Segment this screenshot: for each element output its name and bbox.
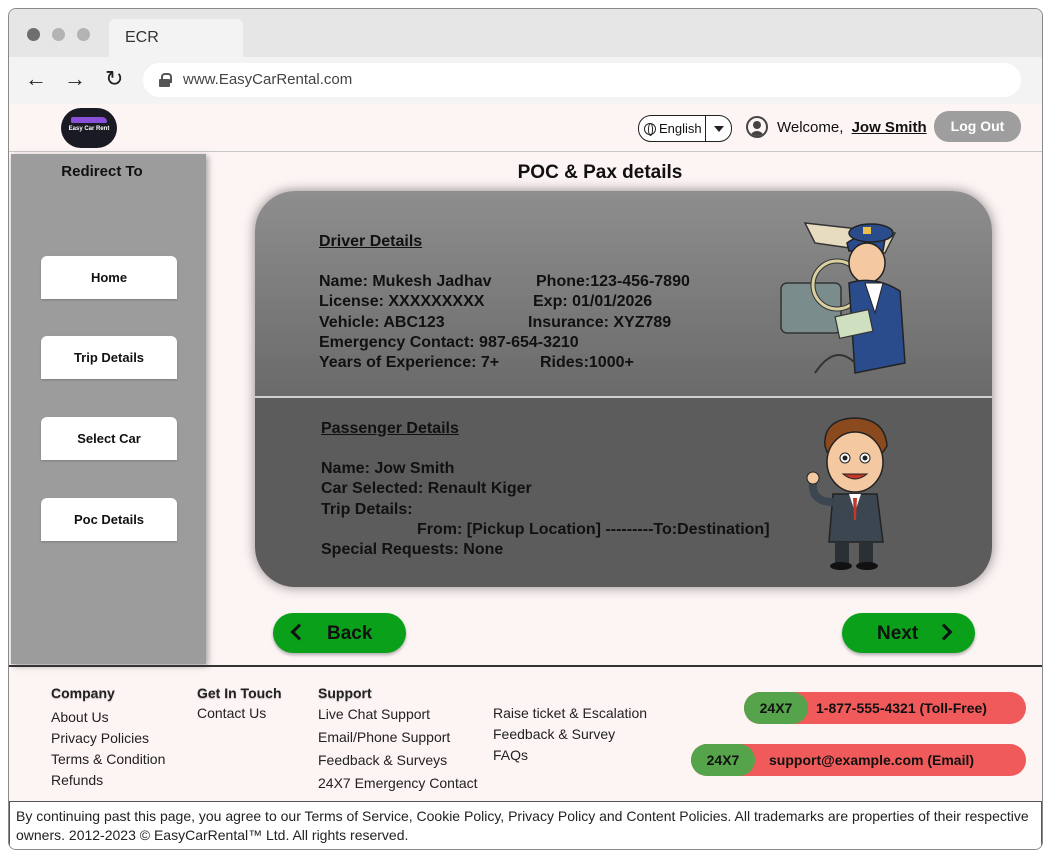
driver-name: Name: Mukesh Jadhav [319,273,492,290]
footer-link-faqs[interactable]: FAQs [493,745,647,766]
passenger-car: Car Selected: Renault Kiger [321,480,532,497]
site-header: Easy Car Rent English Welcome, Jow Smith… [9,104,1042,152]
footer-link-refunds[interactable]: Refunds [51,770,165,791]
email-pill-text: support@example.com (Email) [769,752,975,768]
driver-rides: Rides:1000+ [540,354,634,371]
driver-illustration [780,222,906,374]
driver-section: Driver Details Name: Mukesh Jadhav Phone… [255,191,992,398]
footer-contact-heading: Get In Touch [197,685,282,701]
sidebar-item-home[interactable]: Home [41,256,177,299]
footer-support-more: Raise ticket & Escalation Feedback & Sur… [493,703,647,766]
footer-contact: Get In Touch Contact Us [197,685,282,724]
user-icon [746,116,768,138]
footer-link-feedback-survey[interactable]: Feedback & Survey [493,724,647,745]
legal-notice: By continuing past this page, you agree … [9,801,1042,849]
driver-emergency-contact: Emergency Contact: 987-654-3210 [319,334,579,351]
sidebar-item-trip-details[interactable]: Trip Details [41,336,177,379]
close-window-icon[interactable] [27,28,40,41]
footer-link-raise-ticket[interactable]: Raise ticket & Escalation [493,703,647,724]
phone-pill-text: 1-877-555-4321 (Toll-Free) [816,700,987,716]
logo-text: Easy Car Rent [68,126,110,132]
url-text: www.EasyCarRental.com [183,71,353,88]
chevron-left-icon [290,623,308,641]
page-title: POC & Pax details [517,162,683,183]
language-select[interactable]: English [638,115,732,142]
window-controls [27,28,90,41]
next-button-label: Next [877,623,919,644]
lock-icon [159,73,172,87]
passenger-heading: Passenger Details [321,420,459,437]
email-pill-tag: 24X7 [691,744,755,776]
minimize-window-icon[interactable] [52,28,65,41]
logout-button[interactable]: Log Out [934,111,1021,142]
footer-company: Company About Us Privacy Policies Terms … [51,685,165,791]
driver-insurance: Insurance: XYZ789 [528,314,672,331]
footer-link-privacy[interactable]: Privacy Policies [51,728,165,749]
phone-pill[interactable]: 24X7 1-877-555-4321 (Toll-Free) [744,692,1026,724]
footer-support-heading: Support [318,685,372,701]
sidebar-item-poc-details[interactable]: Poc Details [41,498,177,541]
driver-phone: Phone:123-456-7890 [536,273,690,290]
driver-license-exp: Exp: 01/01/2026 [533,293,653,310]
footer-link-emergency[interactable]: 24X7 Emergency Contact [318,772,478,795]
back-button-label: Back [327,623,373,644]
globe-icon [644,123,656,136]
details-card: Driver Details Name: Mukesh Jadhav Phone… [255,191,992,587]
chevron-right-icon [935,623,953,641]
sidebar-item-select-car[interactable]: Select Car [41,417,177,460]
browser-window: ECR ← → ↻ www.EasyCarRental.com Easy Car… [8,8,1043,850]
footer-company-heading: Company [51,685,115,701]
footer-link-feedback-surveys[interactable]: Feedback & Surveys [318,749,478,772]
tab-title: ECR [125,29,159,46]
passenger-section: Passenger Details Name: Jow Smith Car Se… [255,398,992,587]
footer-link-about[interactable]: About Us [51,707,165,728]
maximize-window-icon[interactable] [77,28,90,41]
footer-link-terms[interactable]: Terms & Condition [51,749,165,770]
footer-link-email-phone[interactable]: Email/Phone Support [318,726,478,749]
footer-link-contact[interactable]: Contact Us [197,703,282,724]
next-button[interactable]: Next [842,613,975,653]
footer-divider [9,665,1042,667]
passenger-illustration [806,417,888,570]
phone-pill-tag: 24X7 [744,692,808,724]
passenger-special-requests: Special Requests: None [321,541,504,558]
back-button[interactable]: Back [273,613,406,653]
reload-icon[interactable]: ↻ [105,67,123,91]
forward-arrow-icon[interactable]: → [64,67,86,91]
car-logo-icon [71,117,107,123]
footer-support: Support Live Chat Support Email/Phone Su… [318,685,478,795]
browser-tab[interactable]: ECR [109,19,243,57]
sidebar: Redirect To Home Trip Details Select Car… [11,154,206,664]
sidebar-title: Redirect To [61,163,143,180]
back-arrow-icon[interactable]: ← [25,67,47,91]
driver-experience: Years of Experience: 7+ [319,354,500,371]
driver-heading: Driver Details [319,233,423,250]
passenger-trip-label: Trip Details: [321,501,413,518]
driver-vehicle: Vehicle: ABC123 [319,314,445,331]
browser-chrome: ECR ← → ↻ www.EasyCarRental.com [9,9,1042,104]
address-bar[interactable]: www.EasyCarRental.com [143,63,1021,97]
welcome-message: Welcome, Jow Smith [777,119,927,136]
navigation-bar: ← → ↻ www.EasyCarRental.com [9,57,1042,104]
language-label: English [659,121,702,136]
chevron-down-icon[interactable] [705,116,731,141]
site-logo[interactable]: Easy Car Rent [61,108,117,148]
footer-link-live-chat[interactable]: Live Chat Support [318,703,478,726]
passenger-trip-route: From: [Pickup Location] ---------To:Dest… [417,521,770,538]
email-pill[interactable]: 24X7 support@example.com (Email) [691,744,1026,776]
user-name-link[interactable]: Jow Smith [852,119,927,136]
welcome-prefix: Welcome, [777,119,844,136]
passenger-name: Name: Jow Smith [321,460,455,477]
driver-license: License: XXXXXXXXX [319,293,485,310]
